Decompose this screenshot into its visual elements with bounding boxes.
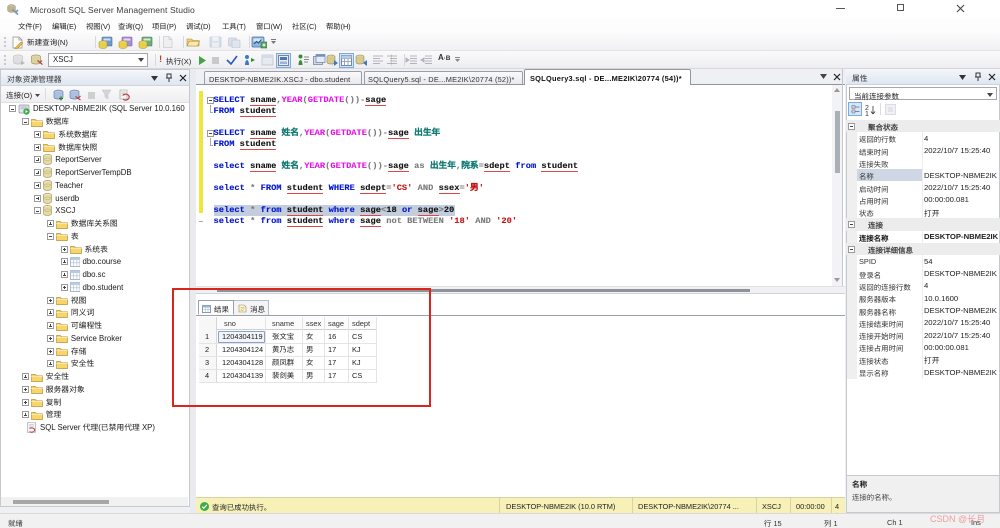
svg-text:1: 1 xyxy=(865,111,869,116)
